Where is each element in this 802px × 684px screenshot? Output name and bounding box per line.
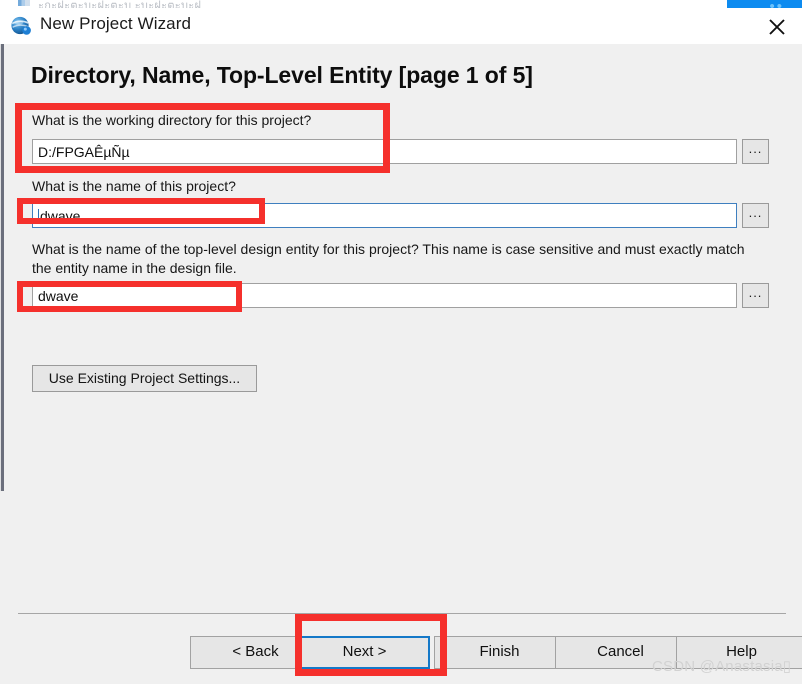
parent-window-icon xyxy=(18,0,30,6)
text-caret xyxy=(38,209,39,224)
use-existing-project-settings-button[interactable]: Use Existing Project Settings... xyxy=(32,365,257,392)
left-scroll-rail xyxy=(1,44,4,491)
footer-separator xyxy=(18,613,786,614)
top-level-entity-browse-button[interactable]: ... xyxy=(742,283,769,308)
project-name-browse-button[interactable]: ... xyxy=(742,203,769,228)
project-name-label: What is the name of this project? xyxy=(32,178,236,194)
next-button[interactable]: Next > xyxy=(299,636,430,669)
project-name-input[interactable]: dwave xyxy=(32,203,737,228)
working-directory-browse-button[interactable]: ... xyxy=(742,139,769,164)
dialog-body: Directory, Name, Top-Level Entity [page … xyxy=(0,44,802,684)
watermark-text: CSDN @Anastasia▯ xyxy=(652,658,792,675)
working-directory-input[interactable]: D:/FPGAÊµÑµ xyxy=(32,139,737,164)
finish-button[interactable]: Finish xyxy=(434,636,565,669)
working-directory-label: What is the working directory for this p… xyxy=(32,112,312,128)
dialog-titlebar: New Project Wizard xyxy=(0,8,802,45)
close-icon[interactable] xyxy=(766,16,788,38)
page-title: Directory, Name, Top-Level Entity [page … xyxy=(31,62,533,88)
dialog-title: New Project Wizard xyxy=(40,14,192,33)
project-name-value: dwave xyxy=(40,208,81,224)
top-level-entity-input[interactable]: dwave xyxy=(32,283,737,308)
quartus-globe-icon xyxy=(10,15,32,37)
top-level-entity-label: What is the name of the top-level design… xyxy=(32,241,745,276)
